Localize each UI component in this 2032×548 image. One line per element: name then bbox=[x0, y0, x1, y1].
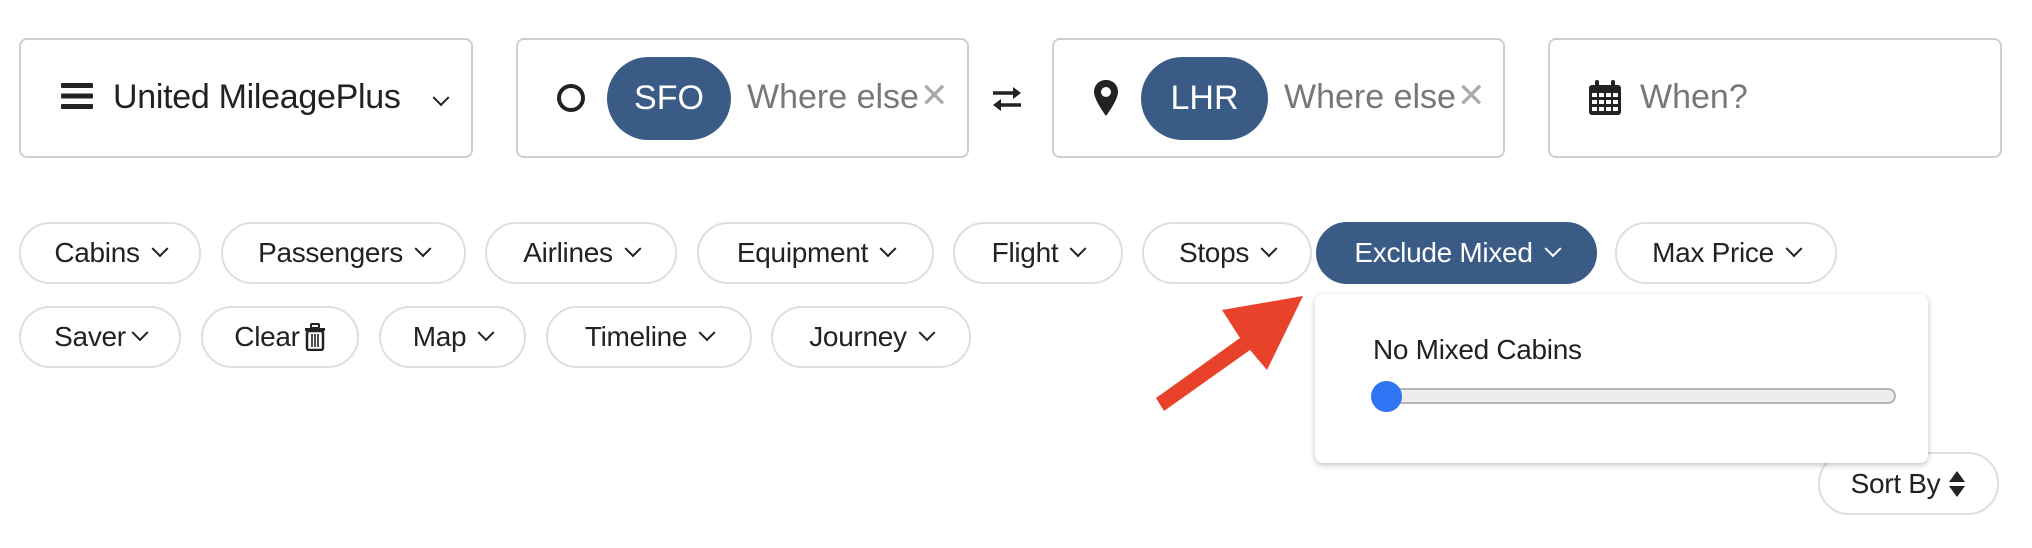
chevron-down-icon bbox=[1069, 240, 1087, 258]
swap-arrows-icon[interactable] bbox=[991, 86, 1023, 112]
chevron-down-icon bbox=[1544, 240, 1562, 258]
filter-label: Stops bbox=[1178, 237, 1250, 268]
filter-airlines[interactable]: Airlines bbox=[485, 222, 677, 284]
filter-passengers[interactable]: Passengers bbox=[221, 222, 466, 284]
date-input[interactable]: When? bbox=[1640, 78, 1748, 117]
filter-stops[interactable]: Stops bbox=[1142, 222, 1312, 284]
chevron-down-icon bbox=[624, 240, 642, 258]
clear-filters-button[interactable]: Clear bbox=[201, 306, 359, 368]
filter-cabins[interactable]: Cabins bbox=[19, 222, 201, 284]
chevron-down-icon bbox=[1260, 240, 1278, 258]
sort-label: Sort By bbox=[1850, 467, 1941, 499]
filter-label: Clear bbox=[234, 321, 300, 352]
chevron-down-icon bbox=[151, 240, 169, 258]
filter-saver[interactable]: Saver bbox=[19, 306, 181, 368]
origin-field[interactable]: SFO Where else ✕ bbox=[516, 38, 969, 158]
exclude-mixed-dropdown: No Mixed Cabins bbox=[1315, 294, 1928, 463]
destination-field[interactable]: LHR Where else ✕ bbox=[1052, 38, 1505, 158]
chevron-down-icon bbox=[432, 89, 450, 107]
circle-origin-icon bbox=[556, 83, 586, 113]
chevron-down-icon bbox=[477, 324, 495, 342]
filter-label: Saver bbox=[54, 321, 126, 352]
origin-input[interactable]: Where else bbox=[747, 78, 923, 117]
sort-updown-icon bbox=[1948, 470, 1966, 498]
filter-timeline[interactable]: Timeline bbox=[546, 306, 752, 368]
filter-map[interactable]: Map bbox=[379, 306, 526, 368]
filter-max-price[interactable]: Max Price bbox=[1615, 222, 1837, 284]
chevron-down-icon bbox=[918, 324, 936, 342]
filter-label: Map bbox=[412, 321, 467, 352]
program-selector[interactable]: United MileagePlus bbox=[19, 38, 473, 158]
origin-clear-icon[interactable]: ✕ bbox=[920, 76, 949, 116]
filter-label: Equipment bbox=[736, 237, 869, 268]
filter-journey[interactable]: Journey bbox=[771, 306, 971, 368]
destination-airport-chip[interactable]: LHR bbox=[1141, 57, 1268, 140]
filter-label: Passengers bbox=[258, 237, 403, 268]
filter-label: Timeline bbox=[584, 321, 688, 352]
program-label: United MileagePlus bbox=[113, 78, 401, 116]
filter-label: Journey bbox=[809, 321, 907, 352]
chevron-down-icon bbox=[414, 240, 432, 258]
map-pin-icon bbox=[1094, 80, 1118, 116]
destination-input[interactable]: Where else bbox=[1284, 78, 1460, 117]
no-mixed-cabins-slider-thumb[interactable] bbox=[1371, 381, 1402, 412]
filter-label: Flight bbox=[991, 237, 1059, 268]
chevron-down-icon bbox=[131, 324, 149, 342]
origin-airport-chip[interactable]: SFO bbox=[607, 57, 731, 140]
no-mixed-cabins-label: No Mixed Cabins bbox=[1373, 334, 1582, 365]
annotation-arrow-shape bbox=[1156, 296, 1303, 411]
calendar-icon bbox=[1588, 80, 1622, 116]
filter-label: Max Price bbox=[1652, 237, 1774, 268]
chevron-down-icon bbox=[698, 324, 716, 342]
no-mixed-cabins-slider-track[interactable] bbox=[1379, 388, 1896, 404]
destination-clear-icon[interactable]: ✕ bbox=[1457, 76, 1486, 116]
trash-icon bbox=[304, 323, 326, 351]
filter-flight[interactable]: Flight bbox=[953, 222, 1123, 284]
chevron-down-icon bbox=[1785, 240, 1803, 258]
destination-code: LHR bbox=[1170, 79, 1239, 117]
date-field[interactable]: When? bbox=[1548, 38, 2002, 158]
filter-label: Exclude Mixed bbox=[1354, 237, 1533, 268]
chevron-down-icon bbox=[879, 240, 897, 258]
filter-exclude-mixed[interactable]: Exclude Mixed bbox=[1316, 222, 1597, 284]
filter-label: Airlines bbox=[523, 237, 613, 268]
filter-label: Cabins bbox=[54, 237, 140, 268]
hamburger-menu-icon bbox=[61, 82, 93, 110]
origin-code: SFO bbox=[634, 79, 704, 117]
filter-equipment[interactable]: Equipment bbox=[697, 222, 934, 284]
